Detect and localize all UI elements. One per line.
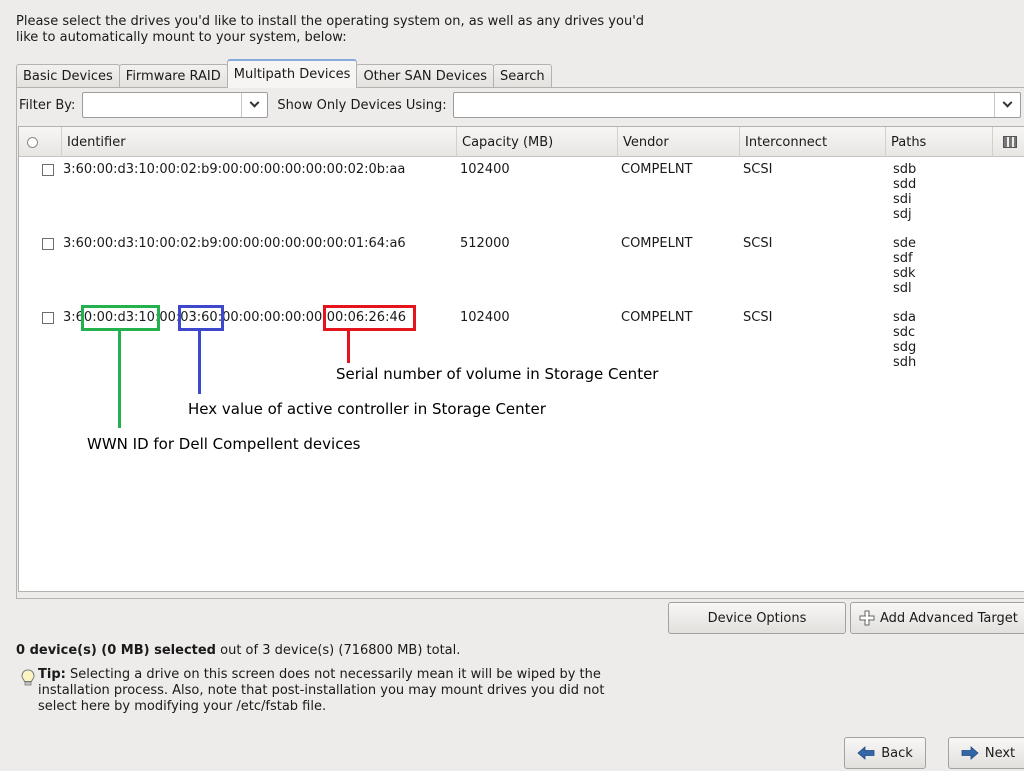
show-only-label: Show Only Devices Using: [277,97,447,113]
interconnect-cell: SCSI [743,162,773,177]
path-item: sdf [893,251,913,266]
column-paths[interactable]: Paths [885,127,992,157]
capacity-cell: 512000 [460,236,510,251]
path-item: sdh [893,355,917,370]
back-label: Back [881,745,913,761]
select-all-header[interactable] [19,127,61,157]
path-item: sdj [893,207,912,222]
path-item: sdc [893,325,916,340]
vendor-cell: COMPELNT [621,236,693,251]
devices-table: Identifier Capacity (MB) Vendor Intercon… [18,126,1024,592]
path-item: sdd [893,177,917,192]
capacity-cell: 102400 [460,310,510,325]
row-checkbox[interactable] [42,312,54,324]
serial-annotation: Serial number of volume in Storage Cente… [336,365,659,383]
column-interconnect[interactable]: Interconnect [739,127,885,157]
column-chooser[interactable] [992,127,1024,157]
tab-other-san-devices[interactable]: Other SAN Devices [356,64,494,88]
add-advanced-target-button[interactable]: Add Advanced Target [850,602,1024,634]
tab-multipath-devices[interactable]: Multipath Devices [226,59,358,88]
path-item: sdb [893,162,917,177]
next-button[interactable]: Next [948,737,1024,769]
plus-icon [859,610,875,626]
row-checkbox[interactable] [42,238,54,250]
device-options-button[interactable]: Device Options [668,602,846,634]
wwn-pointer-line [118,331,121,428]
tip-body: Selecting a drive on this screen does no… [38,667,605,714]
hex-annotation: Hex value of active controller in Storag… [188,400,546,418]
add-advanced-target-label: Add Advanced Target [880,610,1018,626]
serial-pointer-line [347,331,350,363]
table-header: Identifier Capacity (MB) Vendor Intercon… [19,127,1024,157]
show-only-combo[interactable] [452,92,1021,118]
tip-label: Tip: [38,667,66,682]
path-item: sdk [893,266,916,281]
wwn-highlight-box [81,305,160,331]
back-button[interactable]: Back [844,737,926,769]
selection-status: 0 device(s) (0 MB) selected out of 3 dev… [16,643,460,658]
wwn-annotation: WWN ID for Dell Compellent devices [87,435,361,453]
hex-highlight-box [178,305,224,331]
vendor-cell: COMPELNT [621,310,693,325]
column-vendor[interactable]: Vendor [617,127,739,157]
interconnect-cell: SCSI [743,310,773,325]
paths-cell: sdb sdd sdi sdj [893,162,916,222]
columns-icon [1003,136,1017,148]
intro-text: Please select the drives you'd like to i… [16,14,645,45]
next-label: Next [984,745,1016,761]
tab-firmware-raid[interactable]: Firmware RAID [118,64,228,88]
chevron-down-icon[interactable] [993,93,1020,117]
tab-search[interactable]: Search [492,64,552,88]
row-checkbox[interactable] [42,164,54,176]
device-options-label: Device Options [707,610,807,626]
filter-by-combo[interactable] [82,92,269,118]
filter-row: Filter By: Show Only Devices Using: [16,89,1024,121]
path-item: sde [893,236,917,251]
serial-highlight-box [323,305,416,331]
arrow-right-icon [961,746,979,760]
selection-total: out of 3 device(s) (716800 MB) total. [216,643,461,658]
paths-cell: sde sdf sdk sdl [893,236,916,296]
column-capacity[interactable]: Capacity (MB) [456,127,617,157]
arrow-left-icon [857,746,875,760]
hex-pointer-line [198,331,201,394]
interconnect-cell: SCSI [743,236,773,251]
lightbulb-icon [21,669,35,686]
path-item: sda [893,310,916,325]
column-identifier[interactable]: Identifier [61,127,456,157]
filter-by-label: Filter By: [19,97,76,113]
path-item: sdg [893,340,917,355]
device-tabs: Basic Devices Firmware RAID Multipath De… [16,58,552,88]
identifier-cell: 3:60:00:d3:10:00:02:b9:00:00:00:00:00:00… [63,236,406,251]
vendor-cell: COMPELNT [621,162,693,177]
chevron-down-icon[interactable] [241,93,267,117]
identifier-cell: 3:60:00:d3:10:00:02:b9:00:00:00:00:00:00… [63,162,406,177]
path-item: sdi [893,192,912,207]
tip-text: Tip: Selecting a drive on this screen do… [38,667,638,715]
paths-cell: sda sdc sdg sdh [893,310,916,370]
tab-basic-devices[interactable]: Basic Devices [16,64,120,88]
capacity-cell: 102400 [460,162,510,177]
select-all-radio[interactable] [27,136,38,148]
selection-count: 0 device(s) (0 MB) selected [16,643,216,658]
path-item: sdl [893,281,912,296]
